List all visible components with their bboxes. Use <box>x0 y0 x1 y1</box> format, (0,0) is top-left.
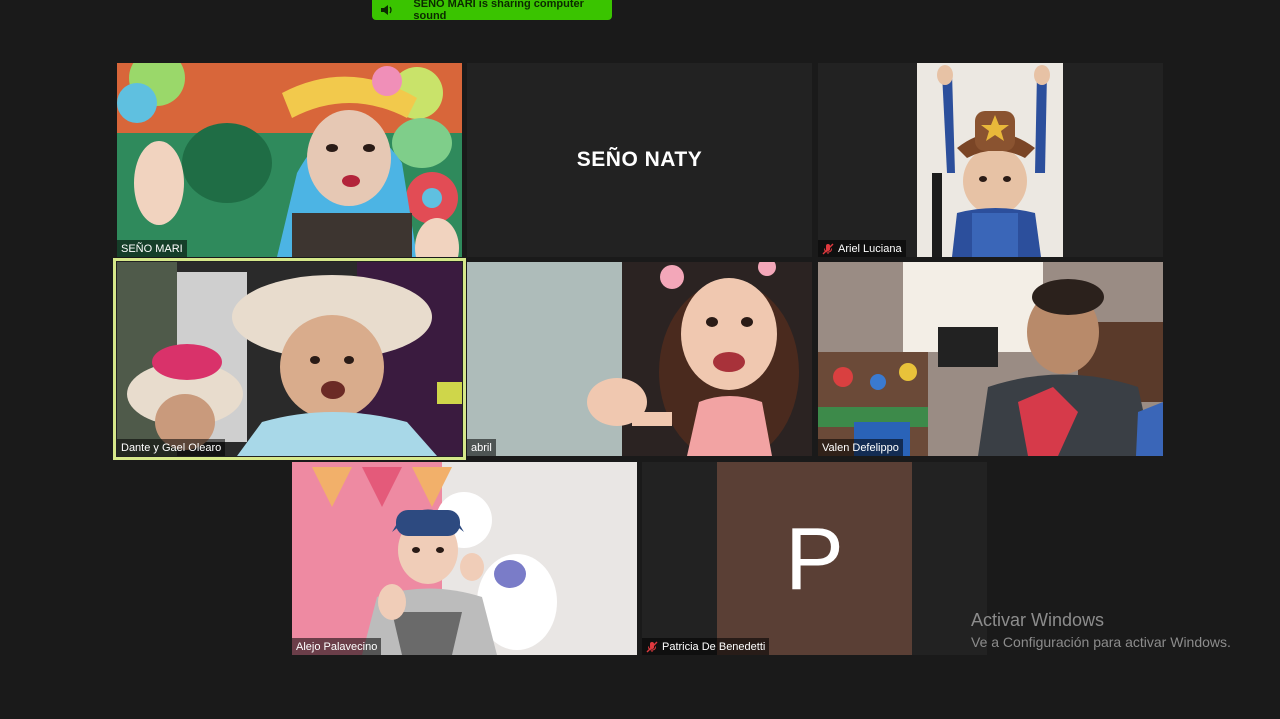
participant-video <box>467 262 812 456</box>
watermark-title: Activar Windows <box>971 610 1105 630</box>
participant-name-label: Valen Defelippo <box>818 439 903 456</box>
microphone-muted-icon <box>822 243 834 255</box>
speaker-icon <box>380 4 395 16</box>
microphone-muted-icon <box>646 641 658 653</box>
participant-name-label: SEÑO MARI <box>117 240 187 257</box>
participant-name-label: Alejo Palavecino <box>292 638 382 655</box>
participant-tile-alejo-palavecino[interactable]: Alejo Palavecino <box>292 462 637 655</box>
participant-tile-ariel-luciana[interactable]: Ariel Luciana <box>818 63 1163 257</box>
banner-text: SEÑO MARI is sharing computer sound <box>413 0 584 22</box>
participant-name-display: SEÑO NATY <box>576 148 703 171</box>
participant-tile-valen-defelippo[interactable]: Valen Defelippo <box>818 262 1163 456</box>
participant-video <box>292 462 637 655</box>
windows-activation-watermark: Activar Windows Ve a Configuración para … <box>971 610 1231 650</box>
participant-name-label: Patricia De Benedetti <box>642 638 770 655</box>
participant-tile-dante-y-gael-olearo[interactable]: Dante y Gael Olearo <box>113 258 466 460</box>
participant-video <box>117 262 462 456</box>
sharing-sound-banner[interactable]: SEÑO MARI is sharing computer sound <box>372 0 612 22</box>
watermark-subtitle: Ve a Configuración para activar Windows. <box>971 634 1231 650</box>
participant-name-label: abril <box>467 439 496 456</box>
participant-tile-seno-mari[interactable]: SEÑO MARI <box>117 63 462 257</box>
participant-video <box>117 63 462 257</box>
participant-tile-seno-naty[interactable]: SEÑO NATY <box>467 63 812 257</box>
participant-avatar: P <box>717 462 912 655</box>
participant-video <box>917 63 1063 257</box>
participant-tile-abril[interactable]: abril <box>467 262 812 456</box>
participant-name-label: Ariel Luciana <box>818 240 906 257</box>
participant-name-label: Dante y Gael Olearo <box>117 439 226 456</box>
participant-video <box>818 262 1163 456</box>
